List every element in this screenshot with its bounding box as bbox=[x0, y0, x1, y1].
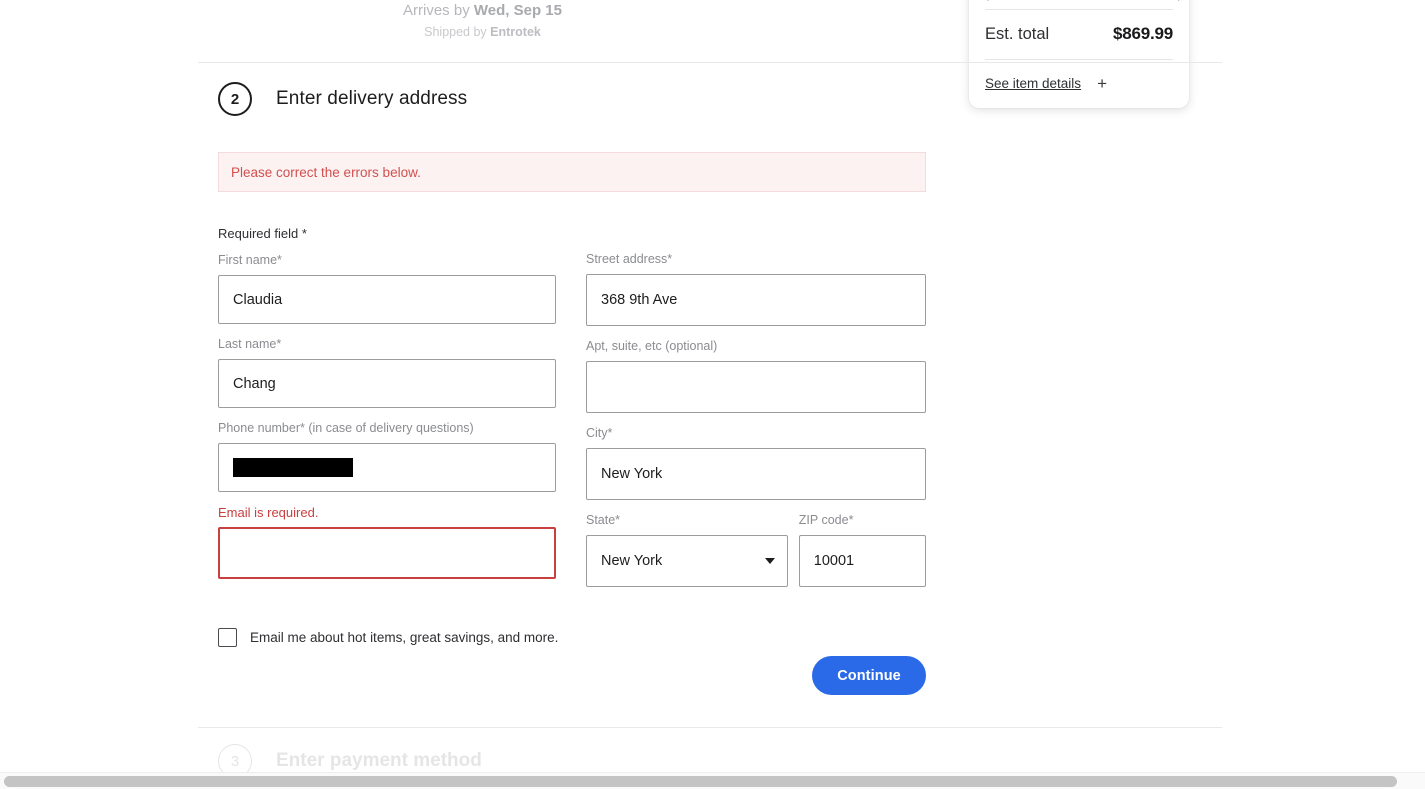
city-input[interactable] bbox=[586, 448, 926, 500]
form-column-left: First name* Last name* Phone number* (in… bbox=[218, 252, 556, 591]
state-zip-row: State* New York ZIP code* bbox=[586, 512, 926, 587]
step-2-number-badge: 2 bbox=[218, 82, 252, 116]
shipped-by-text: Shipped by Entrotek bbox=[0, 24, 965, 40]
zip-code-label: ZIP code* bbox=[799, 512, 926, 529]
summary-calculation-note: (calculated once address is confirmed) bbox=[985, 0, 1173, 9]
first-name-field: First name* bbox=[218, 252, 556, 324]
required-field-note: Required field * bbox=[218, 226, 307, 241]
horizontal-scrollbar-thumb[interactable] bbox=[4, 776, 1397, 787]
estimated-total-value: $869.99 bbox=[1113, 24, 1173, 44]
first-name-input[interactable] bbox=[218, 275, 556, 324]
form-error-banner: Please correct the errors below. bbox=[218, 152, 926, 192]
marketing-optin-row[interactable]: Email me about hot items, great savings,… bbox=[218, 628, 558, 647]
apt-suite-field: Apt, suite, etc (optional) bbox=[586, 338, 926, 413]
order-summary-card: (calculated once address is confirmed) E… bbox=[969, 0, 1189, 108]
marketing-optin-checkbox[interactable] bbox=[218, 628, 237, 647]
street-address-label: Street address* bbox=[586, 251, 926, 268]
form-column-right: Street address* Apt, suite, etc (optiona… bbox=[586, 251, 926, 587]
city-field: City* bbox=[586, 425, 926, 500]
last-name-input[interactable] bbox=[218, 359, 556, 408]
email-error-label: Email is required. bbox=[218, 504, 556, 521]
shipped-by-prefix: Shipped by bbox=[424, 25, 490, 39]
last-name-field: Last name* bbox=[218, 336, 556, 408]
street-address-field: Street address* bbox=[586, 251, 926, 326]
zip-code-field: ZIP code* bbox=[799, 512, 926, 587]
state-label: State* bbox=[586, 512, 788, 529]
step-3-title: Enter payment method bbox=[276, 750, 482, 772]
first-name-label: First name* bbox=[218, 252, 556, 269]
step-2-header: 2 Enter delivery address bbox=[218, 82, 467, 116]
city-label: City* bbox=[586, 425, 926, 442]
see-item-details-link[interactable]: See item details bbox=[985, 76, 1081, 91]
continue-button[interactable]: Continue bbox=[812, 656, 926, 695]
apt-suite-label: Apt, suite, etc (optional) bbox=[586, 338, 926, 355]
section-divider-bottom bbox=[198, 727, 1222, 728]
arrives-by-text: Arrives by Wed, Sep 15 bbox=[0, 1, 965, 21]
email-field: Email is required. bbox=[218, 504, 556, 579]
shipping-info-ghost: Arrives by Wed, Sep 15 Shipped by Entrot… bbox=[0, 0, 965, 40]
shipped-by-seller: Entrotek bbox=[490, 25, 541, 39]
state-select[interactable]: New York bbox=[586, 535, 788, 587]
horizontal-scrollbar[interactable] bbox=[0, 772, 1425, 789]
see-item-details-row[interactable]: See item details + bbox=[985, 60, 1173, 108]
apt-suite-input[interactable] bbox=[586, 361, 926, 413]
arrives-by-prefix: Arrives by bbox=[403, 2, 474, 19]
arrives-by-date: Wed, Sep 15 bbox=[474, 2, 562, 19]
last-name-label: Last name* bbox=[218, 336, 556, 353]
state-select-wrap: New York bbox=[586, 535, 788, 587]
street-address-input[interactable] bbox=[586, 274, 926, 326]
estimated-total-row: Est. total $869.99 bbox=[985, 10, 1173, 59]
form-error-banner-text: Please correct the errors below. bbox=[231, 165, 421, 180]
plus-icon[interactable]: + bbox=[1097, 75, 1107, 92]
marketing-optin-label: Email me about hot items, great savings,… bbox=[250, 630, 558, 645]
phone-number-label: Phone number* (in case of delivery quest… bbox=[218, 420, 556, 437]
state-field: State* New York bbox=[586, 512, 788, 587]
email-input[interactable] bbox=[218, 527, 556, 579]
redaction-bar bbox=[233, 458, 353, 477]
zip-code-input[interactable] bbox=[799, 535, 926, 587]
estimated-total-label: Est. total bbox=[985, 25, 1049, 44]
section-divider-top bbox=[198, 62, 1222, 63]
phone-number-input[interactable] bbox=[218, 443, 556, 492]
page-title: Enter delivery address bbox=[276, 88, 467, 110]
phone-number-field: Phone number* (in case of delivery quest… bbox=[218, 420, 556, 492]
